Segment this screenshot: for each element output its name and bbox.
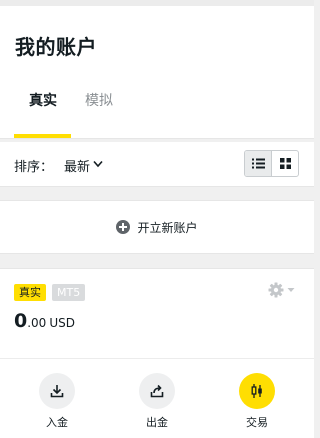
platform-badge: MT5 (52, 284, 86, 301)
plus-circle-icon (116, 220, 131, 234)
grid-view-button[interactable] (272, 151, 298, 176)
balance-integer: 0 (14, 310, 28, 332)
trade-button[interactable]: 交易 (227, 373, 287, 430)
withdraw-label: 出金 (146, 416, 168, 429)
sort-dropdown[interactable]: 最新 (64, 156, 90, 175)
caret-down-icon (287, 288, 295, 292)
list-view-button[interactable] (245, 151, 272, 176)
candlestick-icon (251, 384, 262, 398)
account-settings-button[interactable] (268, 282, 295, 298)
page-header: 我的账户 真实 模拟 (0, 6, 314, 139)
download-icon (50, 385, 64, 398)
gear-icon (268, 282, 284, 298)
tab-demo[interactable]: 模拟 (85, 90, 113, 110)
deposit-button[interactable]: 入金 (27, 373, 87, 430)
open-account-label: 开立新账户 (137, 220, 198, 235)
balance-currency: USD (49, 316, 75, 330)
trade-label: 交易 (246, 416, 268, 429)
sort-bar: 排序： 最新 (0, 142, 314, 187)
share-out-icon (150, 384, 164, 398)
deposit-icon-circle (39, 373, 75, 409)
divider (0, 358, 314, 359)
balance-decimal: .00 (27, 316, 47, 330)
account-card[interactable]: 真实 MT5 0.00 USD 入金 出金 交易 (0, 268, 314, 438)
sort-label: 排序： (14, 160, 54, 175)
active-tab-indicator (14, 134, 71, 138)
deposit-label: 入金 (46, 416, 68, 429)
list-icon (251, 158, 265, 169)
tab-real[interactable]: 真实 (29, 90, 57, 110)
account-type-badge: 真实 (14, 284, 46, 301)
chevron-down-icon[interactable] (93, 160, 103, 168)
trade-icon-circle (239, 373, 275, 409)
withdraw-button[interactable]: 出金 (127, 373, 187, 430)
withdraw-icon-circle (139, 373, 175, 409)
account-balance: 0.00 USD (14, 310, 75, 332)
grid-icon (279, 158, 291, 169)
view-toggle (244, 150, 299, 177)
page-title: 我的账户 (15, 35, 97, 59)
open-account-button[interactable]: 开立新账户 (0, 200, 314, 254)
